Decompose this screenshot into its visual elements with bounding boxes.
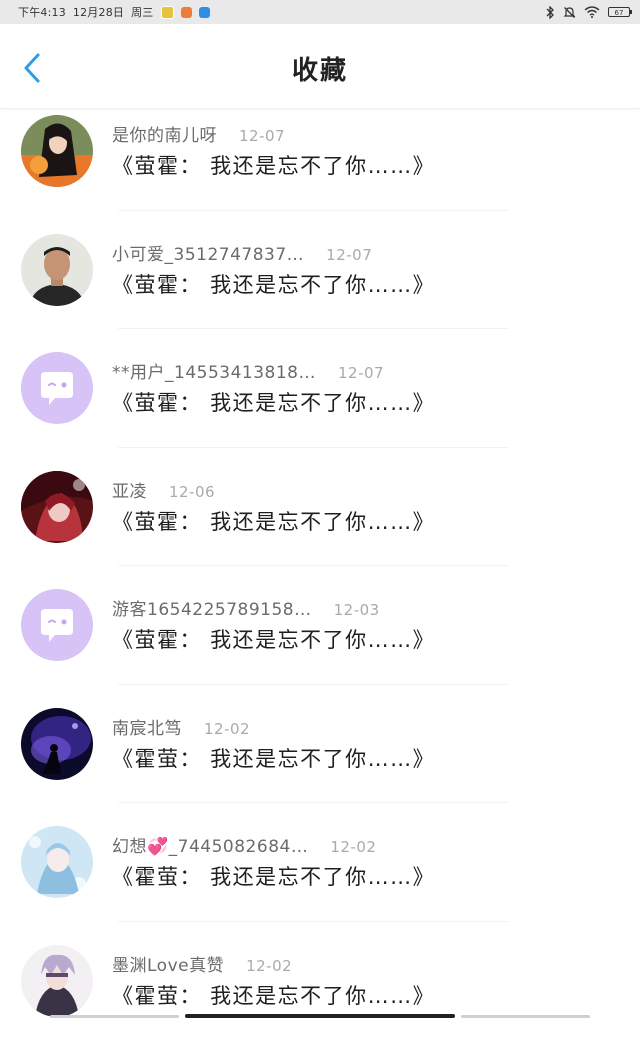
item-meta: 小可爱_3512747837… 12-07 bbox=[112, 240, 372, 265]
avatar[interactable] bbox=[21, 708, 93, 780]
notification-app-icon bbox=[161, 6, 174, 19]
avatar[interactable] bbox=[21, 471, 93, 543]
user-photo-icon bbox=[21, 945, 93, 1017]
bluetooth-icon bbox=[545, 6, 555, 19]
mute-icon bbox=[563, 6, 576, 19]
item-meta: 墨渊Love真赞 12-02 bbox=[112, 951, 292, 976]
divider bbox=[118, 684, 508, 685]
divider bbox=[118, 328, 508, 329]
item-content[interactable]: 《萤霍： 我还是忘不了你……》 bbox=[112, 150, 435, 180]
item-meta: 亚凌 12-06 bbox=[112, 477, 215, 502]
item-date: 12-02 bbox=[330, 838, 376, 856]
item-content[interactable]: 《萤霍： 我还是忘不了你……》 bbox=[112, 624, 435, 654]
avatar[interactable] bbox=[21, 115, 93, 187]
status-weekday: 周三 bbox=[131, 4, 153, 20]
divider bbox=[118, 210, 508, 211]
status-time: 下午4:13 bbox=[18, 4, 66, 20]
status-date: 12月28日 bbox=[73, 4, 124, 20]
home-indicator-left bbox=[50, 1015, 179, 1018]
notification-app-icon bbox=[181, 7, 192, 18]
list-item[interactable]: 幻想💞_7445082684… 12-02 《霍萤： 我还是忘不了你……》 bbox=[0, 819, 640, 938]
username[interactable]: 幻想💞_7445082684… bbox=[112, 832, 308, 857]
status-right: 67 bbox=[545, 6, 630, 19]
item-meta: 是你的南儿呀 12-07 bbox=[112, 121, 285, 146]
item-meta: **用户_14553413818… 12-07 bbox=[112, 358, 384, 383]
avatar[interactable] bbox=[21, 234, 93, 306]
default-chat-avatar-icon bbox=[21, 589, 93, 661]
item-date: 12-07 bbox=[338, 364, 384, 382]
list-item[interactable]: 小可爱_3512747837… 12-07 《萤霍： 我还是忘不了你……》 bbox=[0, 227, 640, 346]
avatar[interactable] bbox=[21, 945, 93, 1017]
item-content[interactable]: 《霍萤： 我还是忘不了你……》 bbox=[112, 980, 435, 1010]
item-content[interactable]: 《萤霍： 我还是忘不了你……》 bbox=[112, 506, 435, 536]
home-indicator-handle[interactable] bbox=[185, 1014, 455, 1018]
item-content[interactable]: 《萤霍： 我还是忘不了你……》 bbox=[112, 387, 435, 417]
item-date: 12-07 bbox=[326, 246, 372, 264]
user-photo-icon bbox=[21, 234, 93, 306]
username[interactable]: 游客1654225789158… bbox=[112, 595, 312, 620]
item-meta: 幻想💞_7445082684… 12-02 bbox=[112, 832, 376, 857]
status-bar: 下午4:13 12月28日 周三 67 bbox=[0, 0, 640, 24]
user-photo-icon bbox=[21, 826, 93, 898]
item-content[interactable]: 《萤霍： 我还是忘不了你……》 bbox=[112, 269, 435, 299]
user-photo-icon bbox=[21, 115, 93, 187]
item-meta: 游客1654225789158… 12-03 bbox=[112, 595, 380, 620]
avatar[interactable] bbox=[21, 826, 93, 898]
username[interactable]: 是你的南儿呀 bbox=[112, 121, 217, 146]
list-item[interactable]: 墨渊Love真赞 12-02 《霍萤： 我还是忘不了你……》 bbox=[0, 938, 640, 1056]
username[interactable]: **用户_14553413818… bbox=[112, 358, 316, 383]
list-item[interactable]: 亚凌 12-06 《萤霍： 我还是忘不了你……》 bbox=[0, 464, 640, 583]
item-date: 12-02 bbox=[246, 957, 292, 975]
item-date: 12-03 bbox=[334, 601, 380, 619]
username[interactable]: 小可爱_3512747837… bbox=[112, 240, 304, 265]
item-meta: 南宸北笃 12-02 bbox=[112, 714, 250, 739]
avatar[interactable] bbox=[21, 589, 93, 661]
divider bbox=[118, 565, 508, 566]
battery-icon: 67 bbox=[608, 7, 630, 17]
user-photo-icon bbox=[21, 471, 93, 543]
list-item[interactable]: 游客1654225789158… 12-03 《萤霍： 我还是忘不了你……》 bbox=[0, 582, 640, 701]
item-date: 12-02 bbox=[204, 720, 250, 738]
item-date: 12-06 bbox=[169, 483, 215, 501]
list-item[interactable]: 是你的南儿呀 12-07 《萤霍： 我还是忘不了你……》 bbox=[0, 108, 640, 227]
notification-app-icon bbox=[199, 7, 210, 18]
home-indicator-right bbox=[461, 1015, 590, 1018]
header: 收藏 bbox=[0, 24, 640, 109]
divider bbox=[118, 802, 508, 803]
wifi-icon bbox=[584, 6, 600, 18]
divider bbox=[118, 921, 508, 922]
username[interactable]: 南宸北笃 bbox=[112, 714, 182, 739]
list-item[interactable]: **用户_14553413818… 12-07 《萤霍： 我还是忘不了你……》 bbox=[0, 345, 640, 464]
item-content[interactable]: 《霍萤： 我还是忘不了你……》 bbox=[112, 861, 435, 891]
list-item[interactable]: 南宸北笃 12-02 《霍萤： 我还是忘不了你……》 bbox=[0, 701, 640, 820]
item-content[interactable]: 《霍萤： 我还是忘不了你……》 bbox=[112, 743, 435, 773]
username[interactable]: 墨渊Love真赞 bbox=[112, 951, 224, 976]
item-date: 12-07 bbox=[239, 127, 285, 145]
page-title: 收藏 bbox=[0, 50, 640, 87]
avatar[interactable] bbox=[21, 352, 93, 424]
username[interactable]: 亚凌 bbox=[112, 477, 147, 502]
status-left: 下午4:13 12月28日 周三 bbox=[18, 4, 210, 20]
favorites-list: 是你的南儿呀 12-07 《萤霍： 我还是忘不了你……》 小可爱_3512747… bbox=[0, 108, 640, 1056]
default-chat-avatar-icon bbox=[21, 352, 93, 424]
home-indicator[interactable] bbox=[50, 1014, 590, 1018]
user-photo-icon bbox=[21, 708, 93, 780]
divider bbox=[118, 447, 508, 448]
